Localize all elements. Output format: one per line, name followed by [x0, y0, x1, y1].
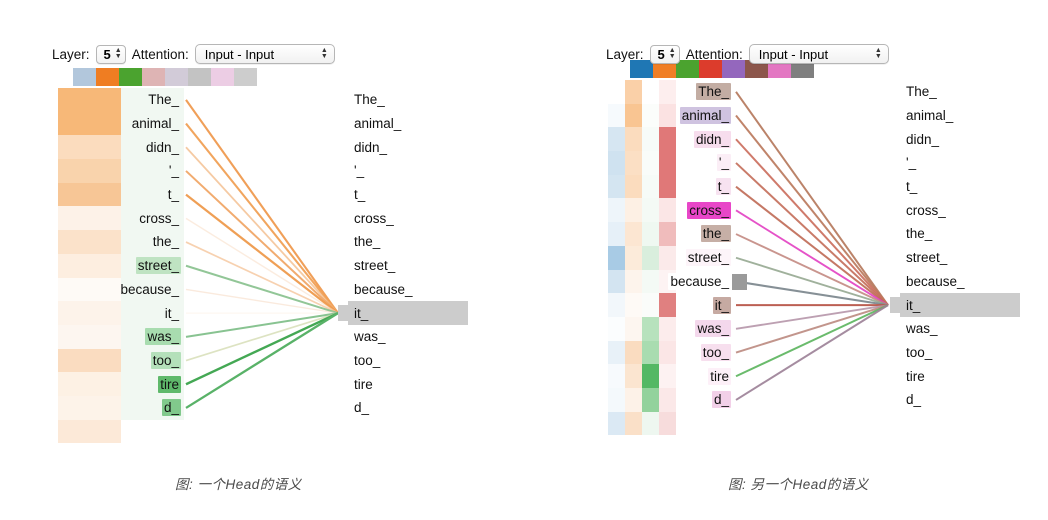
token-label[interactable]: animal_ — [904, 107, 955, 124]
token-row[interactable]: the_ — [900, 222, 1020, 246]
token-label[interactable]: tire — [904, 368, 927, 385]
attention-edge — [735, 114, 889, 306]
token-row[interactable]: too_ — [676, 341, 734, 365]
select-arrows[interactable]: ▲ ▼ — [875, 47, 882, 60]
token-row[interactable]: cross_ — [900, 198, 1020, 222]
token-row[interactable]: it_ — [900, 293, 1020, 317]
token-label[interactable]: it_ — [904, 297, 922, 314]
token-label[interactable]: the_ — [904, 225, 934, 242]
token-row[interactable]: was_ — [900, 317, 1020, 341]
token-label[interactable]: cross_ — [687, 201, 731, 219]
target-token-column: The_ animal_ didn_ '_ t_ cross_ the_ street_bec… — [900, 80, 1020, 412]
token-label[interactable]: The_ — [904, 83, 939, 100]
attention-edge — [735, 185, 889, 306]
token-row[interactable]: because_ — [668, 270, 734, 294]
token-row[interactable]: street_ — [900, 246, 1020, 270]
layer-value: 5 — [657, 46, 665, 62]
source-token-column: The_ animal_ didn_ '_ t_ cross_ the_ street_bec… — [668, 80, 734, 412]
token-row[interactable]: was_ — [676, 317, 734, 341]
token-row[interactable]: '_ — [900, 151, 1020, 175]
stepper-arrows[interactable]: ▲ ▼ — [669, 47, 676, 60]
token-row[interactable]: '_ — [676, 151, 734, 175]
token-row[interactable]: didn_ — [676, 127, 734, 151]
because-gray-marker[interactable] — [732, 273, 747, 290]
token-label[interactable]: d_ — [711, 391, 731, 409]
attention-edges — [735, 91, 889, 401]
token-row[interactable]: cross_ — [676, 198, 734, 222]
token-label[interactable]: cross_ — [904, 202, 948, 219]
figure-caption: 图: 另一个Head的语义 — [728, 477, 869, 492]
token-row[interactable]: animal_ — [900, 104, 1020, 128]
attention-edge — [735, 304, 889, 354]
attention-edge — [735, 138, 889, 306]
attention-label: Attention: — [685, 46, 743, 62]
token-label[interactable]: didn_ — [693, 130, 731, 148]
token-row[interactable]: The_ — [900, 80, 1020, 104]
attention-edge — [735, 209, 889, 306]
token-label[interactable]: animal_ — [679, 107, 731, 125]
token-row[interactable]: t_ — [900, 175, 1020, 199]
attention-edge — [735, 304, 889, 378]
token-row[interactable]: because_ — [900, 270, 1020, 294]
attention-select-value: Input - Input — [758, 46, 829, 62]
controls-row: Layer: 5 ▲ ▼ Attention: Input - Input ▲ ▼ — [606, 44, 889, 64]
token-row[interactable]: d_ — [900, 388, 1020, 412]
token-label[interactable]: street_ — [685, 249, 731, 267]
token-label[interactable]: t_ — [904, 178, 919, 195]
token-label[interactable]: t_ — [715, 178, 731, 196]
token-label[interactable]: too_ — [904, 344, 934, 361]
token-row[interactable]: it_ — [676, 293, 734, 317]
token-row[interactable]: street_ — [676, 246, 734, 270]
attention-target-marker — [890, 297, 901, 314]
layer-stepper[interactable]: 5 ▲ ▼ — [649, 44, 680, 64]
attention-edge — [735, 162, 889, 306]
token-label[interactable]: '_ — [716, 154, 731, 172]
token-label[interactable]: was_ — [904, 320, 940, 337]
token-label[interactable]: didn_ — [904, 131, 941, 148]
token-label[interactable]: '_ — [904, 154, 918, 171]
token-label[interactable]: street_ — [904, 249, 949, 266]
token-label[interactable]: because_ — [904, 273, 967, 290]
token-row[interactable]: tire — [900, 364, 1020, 388]
token-label[interactable]: too_ — [700, 343, 731, 361]
token-row[interactable]: the_ — [676, 222, 734, 246]
token-label[interactable]: tire — [708, 367, 731, 385]
token-row[interactable]: d_ — [676, 388, 734, 412]
attention-edge — [735, 304, 889, 401]
token-label[interactable]: The_ — [696, 83, 731, 101]
chevron-down-icon[interactable]: ▼ — [669, 53, 676, 60]
attention-edge — [735, 91, 889, 306]
token-row[interactable]: tire — [676, 364, 734, 388]
token-row[interactable]: too_ — [900, 341, 1020, 365]
attention-select[interactable]: Input - Input ▲ ▼ — [748, 44, 889, 64]
token-label[interactable]: d_ — [904, 391, 923, 408]
token-label[interactable]: it_ — [712, 296, 731, 314]
token-row[interactable]: t_ — [676, 175, 734, 199]
token-row[interactable]: didn_ — [900, 127, 1020, 151]
token-row[interactable]: animal_ — [676, 104, 734, 128]
token-row[interactable]: The_ — [676, 80, 734, 104]
chevron-down-icon[interactable]: ▼ — [875, 53, 882, 60]
token-label[interactable]: because_ — [668, 272, 731, 290]
attention-edge — [735, 304, 889, 330]
layer-label: Layer: — [606, 46, 644, 62]
token-label[interactable]: the_ — [700, 225, 731, 243]
token-label[interactable]: was_ — [695, 320, 731, 338]
